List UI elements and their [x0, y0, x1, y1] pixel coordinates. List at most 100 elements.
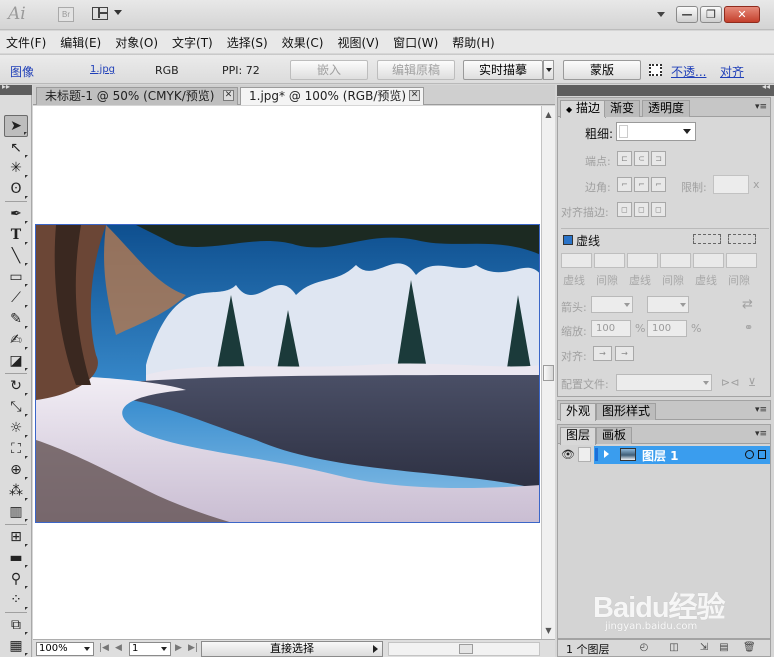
- butt-cap-icon[interactable]: ⊏: [617, 151, 632, 166]
- edit-original-button[interactable]: 编辑原稿: [377, 60, 455, 80]
- opacity-link[interactable]: 不透...: [671, 63, 706, 80]
- dash-field-2[interactable]: [627, 253, 658, 268]
- scroll-up-icon[interactable]: ▲: [542, 108, 555, 121]
- pen-tool-icon[interactable]: ✒: [4, 203, 28, 225]
- round-cap-icon[interactable]: ⊂: [634, 151, 649, 166]
- artboard-tool-icon[interactable]: ⧉: [4, 614, 28, 636]
- first-artboard-icon[interactable]: |◀: [99, 643, 109, 653]
- tab-gradient[interactable]: 渐变: [604, 100, 641, 117]
- type-tool-icon[interactable]: T: [4, 224, 28, 246]
- menu-window[interactable]: 窗口(W): [393, 34, 438, 51]
- link-scale-icon[interactable]: ⚭: [744, 321, 753, 334]
- tracing-presets-dropdown[interactable]: [543, 60, 554, 80]
- round-join-icon[interactable]: ⌐: [634, 177, 649, 192]
- align-inside-icon[interactable]: ◻: [634, 202, 649, 217]
- shape-builder-tool-icon[interactable]: ⊕: [4, 459, 28, 481]
- column-graph-tool-icon[interactable]: ▥: [4, 501, 28, 523]
- miter-limit-field[interactable]: [713, 175, 749, 194]
- make-clipping-mask-icon[interactable]: ◫: [668, 642, 680, 654]
- dashed-line-checkbox[interactable]: [563, 235, 573, 245]
- new-layer-icon[interactable]: ▤: [718, 642, 730, 654]
- eyedropper-tool-icon[interactable]: ⚲: [4, 568, 28, 590]
- next-artboard-icon[interactable]: ▶: [175, 643, 182, 653]
- arrow-tip-place-icon[interactable]: →: [615, 346, 634, 361]
- toolbox-header[interactable]: [0, 82, 32, 95]
- width-profile-dropdown[interactable]: [616, 374, 712, 391]
- tab-transparency[interactable]: 透明度: [642, 100, 691, 117]
- symbol-sprayer-tool-icon[interactable]: ⁂: [4, 480, 28, 502]
- line-tool-icon[interactable]: ╲: [4, 245, 28, 267]
- gap-field-3[interactable]: [726, 253, 757, 268]
- target-circle-icon[interactable]: [745, 450, 754, 459]
- tab-appearance[interactable]: 外观: [560, 403, 597, 421]
- miter-join-icon[interactable]: ⌐: [617, 177, 632, 192]
- delete-layer-icon[interactable]: 🗑: [743, 642, 756, 654]
- selection-tool-icon[interactable]: ➤: [4, 115, 28, 137]
- projecting-cap-icon[interactable]: ⊐: [651, 151, 666, 166]
- tab-graphic-styles[interactable]: 图形样式: [596, 403, 657, 420]
- close-button[interactable]: ✕: [724, 6, 760, 23]
- eye-icon[interactable]: 👁: [561, 448, 575, 461]
- lock-toggle[interactable]: [578, 447, 591, 462]
- slice-tool-icon[interactable]: ▦: [4, 635, 28, 657]
- maximize-button[interactable]: ❐: [700, 6, 722, 23]
- menu-file[interactable]: 文件(F): [6, 34, 46, 51]
- dash-preserve-icon[interactable]: [693, 234, 721, 244]
- direct-selection-tool-icon[interactable]: ↖: [4, 137, 28, 159]
- menu-type[interactable]: 文字(T): [172, 34, 213, 51]
- new-sublayer-icon[interactable]: ⇲: [698, 642, 710, 654]
- object-type-label[interactable]: 图像: [10, 63, 34, 80]
- menu-object[interactable]: 对象(O): [115, 34, 158, 51]
- expand-triangle-icon[interactable]: [604, 450, 609, 458]
- artboard-canvas[interactable]: [33, 106, 541, 639]
- horizontal-scrollbar[interactable]: [388, 642, 540, 656]
- filename-link[interactable]: 1.jpg: [90, 64, 115, 75]
- vertical-scrollbar[interactable]: ▲ ▼: [541, 106, 555, 639]
- menu-edit[interactable]: 编辑(E): [60, 34, 101, 51]
- blend-tool-icon[interactable]: ⁘: [4, 589, 28, 611]
- magic-wand-tool-icon[interactable]: ✳: [4, 157, 28, 179]
- tab-layers[interactable]: 图层: [560, 427, 597, 445]
- weight-stepper[interactable]: [619, 125, 628, 138]
- tab-artboards[interactable]: 画板: [596, 427, 633, 444]
- layer-row[interactable]: 👁 图层 1: [558, 446, 770, 464]
- bevel-join-icon[interactable]: ⌐: [651, 177, 666, 192]
- workspace-switcher-icon[interactable]: [657, 12, 665, 17]
- swap-arrowheads-icon[interactable]: ⇄: [742, 297, 753, 312]
- flip-horizontal-icon[interactable]: ⊳⊲: [721, 376, 739, 389]
- transform-icon[interactable]: [649, 64, 662, 76]
- panel-dock-header[interactable]: [557, 82, 774, 96]
- chevron-down-icon[interactable]: [683, 129, 691, 134]
- rectangle-tool-icon[interactable]: ▭: [4, 266, 28, 288]
- zoom-level-field[interactable]: 100%: [36, 642, 94, 656]
- warp-tool-icon[interactable]: ☼: [4, 417, 28, 439]
- menu-effect[interactable]: 效果(C): [282, 34, 324, 51]
- free-transform-tool-icon[interactable]: ⛶: [4, 438, 28, 460]
- align-center-icon[interactable]: ◻: [617, 202, 632, 217]
- bridge-button[interactable]: Br: [58, 7, 74, 22]
- eraser-tool-icon[interactable]: ◪: [4, 350, 28, 372]
- start-scale-field[interactable]: 100: [591, 320, 631, 337]
- horizontal-scroll-thumb[interactable]: [459, 644, 473, 654]
- end-scale-field[interactable]: 100: [647, 320, 687, 337]
- vertical-scroll-thumb[interactable]: [543, 365, 554, 381]
- live-trace-button[interactable]: 实时描摹: [463, 60, 543, 80]
- panel-menu-icon[interactable]: ▾≡: [755, 103, 767, 112]
- panel-menu-icon[interactable]: ▾≡: [755, 430, 767, 439]
- layer-selected-row[interactable]: 图层 1: [594, 446, 770, 464]
- layer-name[interactable]: 图层 1: [642, 447, 679, 464]
- flip-vertical-icon[interactable]: ⊻: [748, 376, 756, 389]
- align-link[interactable]: 对齐: [720, 63, 744, 80]
- align-outside-icon[interactable]: ◻: [651, 202, 666, 217]
- dash-field-1[interactable]: [561, 253, 592, 268]
- dash-field-3[interactable]: [693, 253, 724, 268]
- menu-select[interactable]: 选择(S): [227, 34, 268, 51]
- minimize-button[interactable]: —: [676, 6, 698, 23]
- embed-button[interactable]: 嵌入: [290, 60, 368, 80]
- tab-stroke[interactable]: ◆ 描边: [560, 100, 606, 118]
- gap-field-1[interactable]: [594, 253, 625, 268]
- mesh-tool-icon[interactable]: ⊞: [4, 526, 28, 548]
- artboard-number-field[interactable]: 1: [129, 642, 171, 656]
- menu-view[interactable]: 视图(V): [337, 34, 379, 51]
- rotate-tool-icon[interactable]: ↻: [4, 375, 28, 397]
